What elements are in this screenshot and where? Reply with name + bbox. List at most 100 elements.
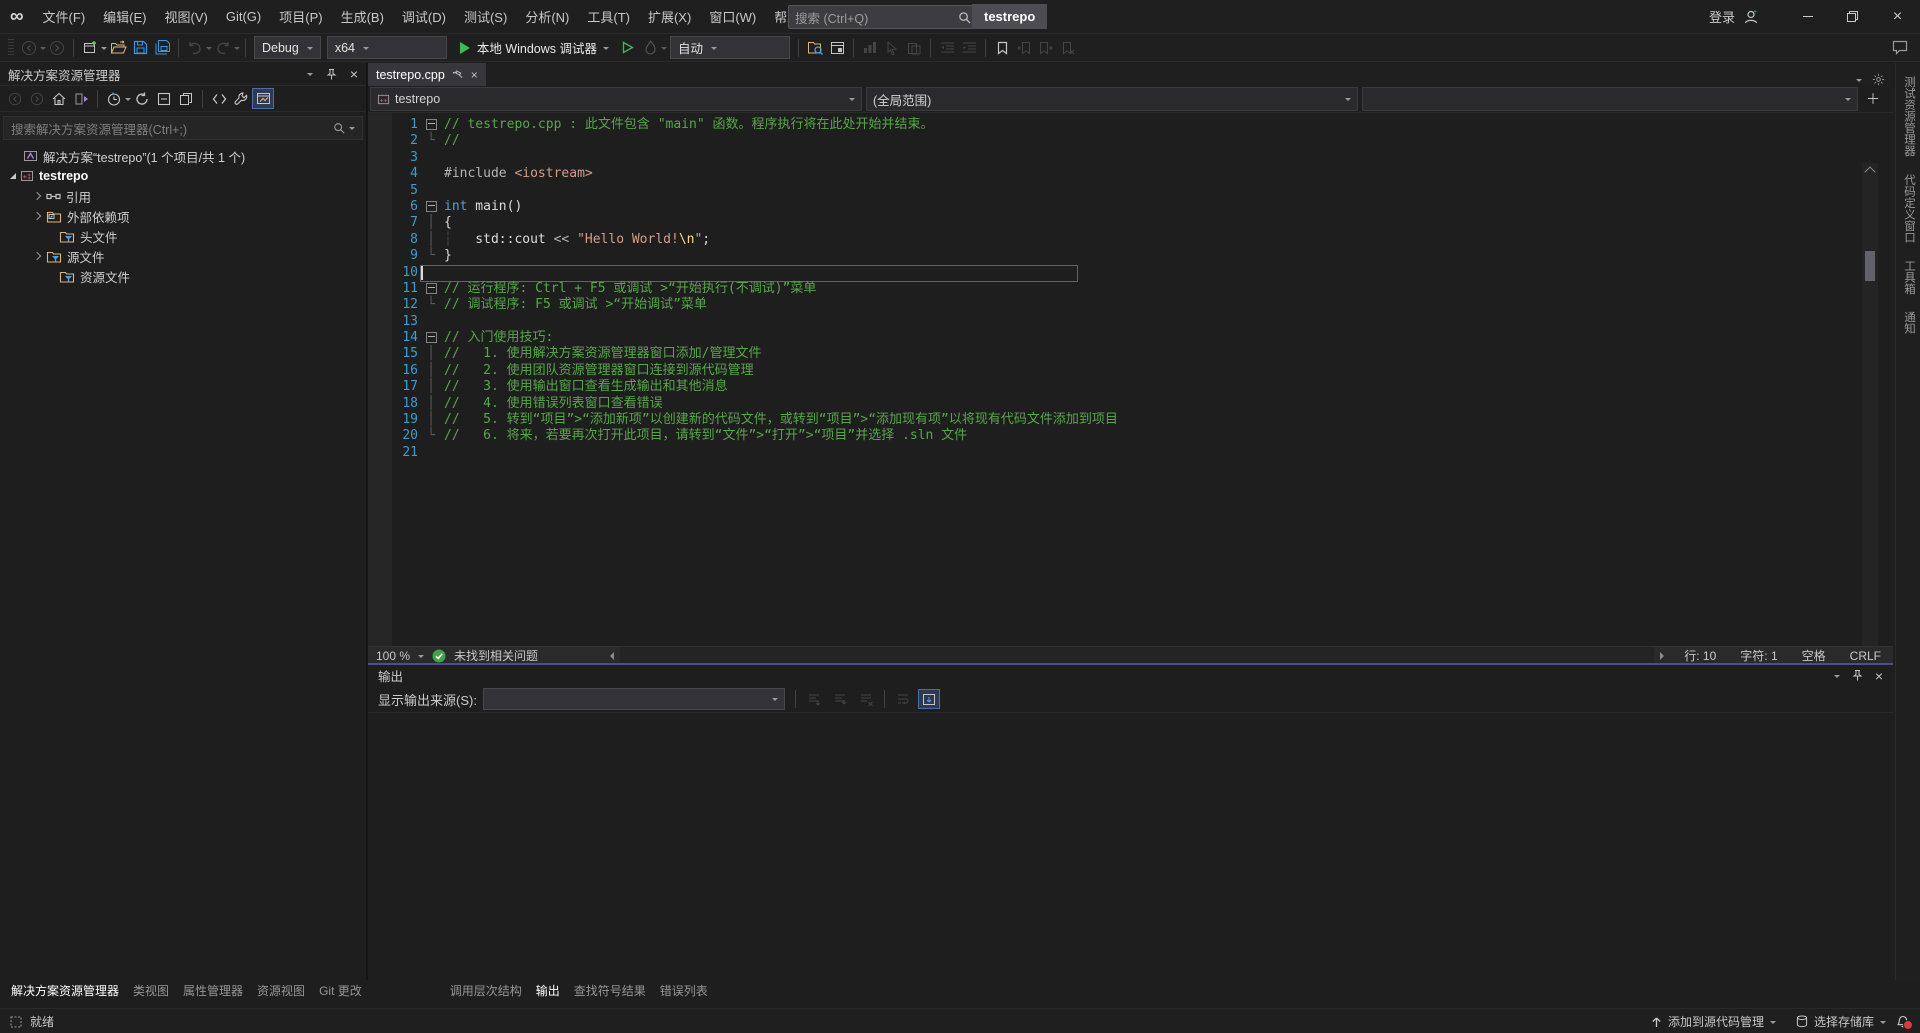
output-titlebar[interactable]: 输出 ×	[368, 665, 1893, 686]
select-pointer-icon[interactable]	[882, 37, 902, 59]
add-to-source-control-button[interactable]: 添加到源代码管理	[1641, 1009, 1786, 1033]
column-indicator[interactable]: 字符: 1	[1728, 647, 1789, 664]
code-line-3[interactable]: 3	[368, 150, 1118, 166]
tree-collapsed-arrow-icon[interactable]	[33, 212, 41, 220]
code-line-13[interactable]: 13	[368, 314, 1118, 330]
solution-platform-dropdown[interactable]: x64	[327, 36, 447, 59]
se-collapse-all-icon[interactable]	[153, 88, 175, 109]
navigate-forward-icon[interactable]	[47, 37, 67, 59]
close-panel-icon[interactable]: ×	[1875, 668, 1883, 684]
se-preview-selected-items-icon[interactable]	[252, 88, 274, 109]
fold-collapse-icon[interactable]	[418, 281, 444, 297]
tree-item-4[interactable]: 头文件	[0, 226, 366, 246]
zoom-level-dropdown[interactable]: 100 %	[368, 649, 432, 663]
auto-dropdown[interactable]: 自动	[670, 36, 790, 59]
code-line-11[interactable]: 11// 运行程序: Ctrl + F5 或调试 >“开始执行(不调试)”菜单	[368, 281, 1118, 297]
undo-icon[interactable]	[185, 37, 205, 59]
code-line-21[interactable]: 21	[368, 445, 1118, 461]
menu-item-1[interactable]: 编辑(E)	[94, 0, 155, 33]
minimize-button[interactable]	[1785, 0, 1830, 33]
menu-item-6[interactable]: 调试(D)	[393, 0, 455, 33]
tree-item-5[interactable]: 源文件	[0, 246, 366, 266]
menu-item-10[interactable]: 扩展(X)	[639, 0, 700, 33]
horizontal-scrollbar[interactable]	[620, 647, 1654, 664]
bottom-dock-tab-2[interactable]: 查找符号结果	[567, 982, 653, 999]
menu-item-11[interactable]: 窗口(W)	[700, 0, 765, 33]
editor-settings-gear-icon[interactable]	[1872, 73, 1885, 86]
output-source-dropdown[interactable]	[483, 688, 785, 710]
send-feedback-icon[interactable]	[1890, 37, 1910, 59]
tree-expanded-arrow-icon[interactable]	[10, 173, 16, 179]
menu-item-8[interactable]: 分析(N)	[516, 0, 578, 33]
code-line-2[interactable]: 2└//	[368, 133, 1118, 149]
undo-dropdown[interactable]	[206, 47, 212, 53]
code-line-9[interactable]: 9└}	[368, 248, 1118, 264]
line-indicator[interactable]: 行: 10	[1672, 647, 1728, 664]
tree-item-6[interactable]: 资源文件	[0, 266, 366, 286]
split-editor-button[interactable]: ＋	[1866, 89, 1880, 109]
previous-bookmark-icon[interactable]	[1014, 37, 1034, 59]
navigate-back-icon[interactable]	[19, 37, 39, 59]
notifications-bell-icon[interactable]	[1896, 1015, 1910, 1029]
code-line-7[interactable]: 7│{	[368, 215, 1118, 231]
hscroll-right-arrow[interactable]	[1660, 652, 1668, 660]
clear-bookmarks-icon[interactable]	[1058, 37, 1078, 59]
code-line-6[interactable]: 6int main()	[368, 199, 1118, 215]
right-autohide-tab-1[interactable]: 代码定义窗口	[1896, 170, 1920, 247]
left-dock-tab-0[interactable]: 解决方案资源管理器	[4, 982, 126, 999]
code-lines[interactable]: 1// testrepo.cpp : 此文件包含 "main" 函数。程序执行将…	[368, 117, 1118, 461]
scope-dropdown[interactable]: (全局范围)	[866, 87, 1358, 111]
left-dock-tab-1[interactable]: 类视图	[126, 982, 176, 999]
line-ending-indicator[interactable]: CRLF	[1838, 649, 1893, 663]
se-back-icon[interactable]	[4, 88, 26, 109]
se-view-code-icon[interactable]	[208, 88, 230, 109]
toggle-bookmark-icon[interactable]	[992, 37, 1012, 59]
open-documents-dropdown[interactable]	[1856, 79, 1862, 85]
quick-search-input[interactable]: 搜索 (Ctrl+Q)	[788, 5, 978, 29]
scroll-up-arrow[interactable]	[1864, 166, 1875, 177]
clear-all-output-icon[interactable]	[855, 689, 877, 709]
code-line-10[interactable]: 10	[368, 265, 1118, 281]
se-forward-icon[interactable]	[26, 88, 48, 109]
find-in-files-icon[interactable]	[805, 37, 825, 59]
navigate-back-dropdown[interactable]	[40, 47, 46, 53]
code-line-17[interactable]: 17│// 3. 使用输出窗口查看生成输出和其他消息	[368, 379, 1118, 395]
fold-collapse-icon[interactable]	[418, 330, 444, 346]
menu-item-3[interactable]: Git(G)	[217, 0, 270, 33]
vertical-scrollbar[interactable]	[1862, 163, 1878, 646]
save-icon[interactable]	[130, 37, 150, 59]
se-show-all-files-icon[interactable]	[175, 88, 197, 109]
redo-dropdown[interactable]	[234, 47, 240, 53]
goto-previous-message-icon[interactable]	[803, 689, 825, 709]
code-editor[interactable]: 1// testrepo.cpp : 此文件包含 "main" 函数。程序执行将…	[368, 113, 1893, 646]
tab-pin-icon[interactable]	[453, 70, 463, 80]
left-dock-tab-4[interactable]: Git 更改	[312, 982, 369, 999]
hscroll-left-arrow[interactable]	[606, 652, 614, 660]
se-sync-active-document-icon[interactable]	[70, 88, 92, 109]
sign-in-button[interactable]: 登录	[1709, 7, 1735, 26]
document-tab-testrepo-cpp[interactable]: testrepo.cpp ×	[368, 63, 486, 86]
code-line-20[interactable]: 20└// 6. 将来，若要再次打开此项目，请转到“文件”>“打开”>“项目”并…	[368, 428, 1118, 444]
toolbar-grip[interactable]	[8, 39, 14, 57]
background-tasks-icon[interactable]	[10, 1016, 22, 1028]
code-line-15[interactable]: 15│// 1. 使用解决方案资源管理器窗口添加/管理文件	[368, 346, 1118, 362]
code-line-4[interactable]: 4#include <iostream>	[368, 166, 1118, 182]
menu-item-9[interactable]: 工具(T)	[578, 0, 639, 33]
open-folder-icon[interactable]	[108, 37, 128, 59]
paste-structure-icon[interactable]	[904, 37, 924, 59]
pin-icon[interactable]	[1852, 670, 1863, 681]
menu-item-0[interactable]: 文件(F)	[34, 0, 95, 33]
project-dropdown[interactable]: ++ testrepo	[370, 87, 862, 111]
left-dock-tab-3[interactable]: 资源视图	[250, 982, 312, 999]
code-line-8[interactable]: 8│┆ std::cout << "Hello World!\n";	[368, 232, 1118, 248]
code-line-1[interactable]: 1// testrepo.cpp : 此文件包含 "main" 函数。程序执行将…	[368, 117, 1118, 133]
code-line-14[interactable]: 14// 入门使用技巧:	[368, 330, 1118, 346]
hot-reload-icon[interactable]	[640, 37, 660, 59]
goto-next-message-icon[interactable]	[829, 689, 851, 709]
close-button[interactable]: ×	[1875, 0, 1920, 33]
se-properties-icon[interactable]	[230, 88, 252, 109]
tree-item-1[interactable]: +‡testrepo	[0, 166, 366, 186]
decrease-indent-icon[interactable]	[937, 37, 957, 59]
next-bookmark-icon[interactable]	[1036, 37, 1056, 59]
bottom-dock-tab-3[interactable]: 错误列表	[653, 982, 715, 999]
